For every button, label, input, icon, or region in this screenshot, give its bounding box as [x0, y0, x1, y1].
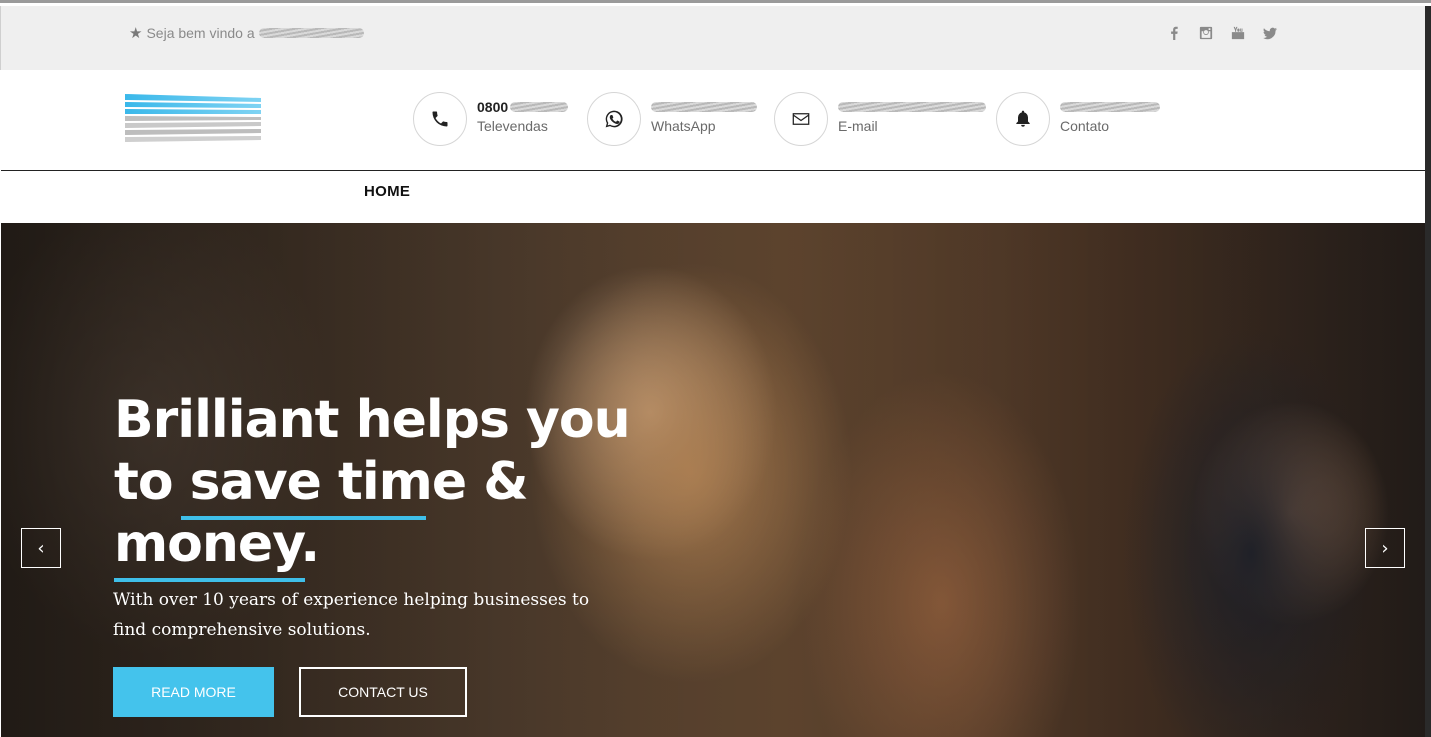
hero-slider: Brilliant helps you to save time & money…: [1, 223, 1425, 737]
bell-icon: [996, 92, 1050, 146]
contact-whatsapp[interactable]: WhatsApp: [587, 92, 759, 146]
social-links: [1167, 25, 1277, 41]
chevron-right-icon[interactable]: ›: [1365, 528, 1405, 568]
nav-item-home[interactable]: HOME: [364, 183, 410, 200]
contact-email[interactable]: E-mail: [774, 92, 988, 146]
envelope-icon: [774, 92, 828, 146]
phone-icon: [413, 92, 467, 146]
televendas-number: 0800: [477, 99, 509, 115]
instagram-icon[interactable]: [1199, 25, 1213, 41]
welcome-message: ★ Seja bem vindo a: [129, 24, 364, 42]
hero-title: Brilliant helps you to save time & money…: [114, 389, 634, 575]
title-underline-accent: [114, 578, 305, 582]
email-label: E-mail: [838, 118, 878, 134]
contact-us-button[interactable]: CONTACT US: [299, 667, 467, 717]
youtube-icon[interactable]: [1231, 25, 1245, 41]
site-header: 0800 Televendas WhatsApp E-mail Contato: [1, 70, 1425, 171]
read-more-button[interactable]: READ MORE: [113, 667, 274, 717]
title-underline-accent: [181, 516, 426, 520]
main-nav: HOME: [1, 171, 1425, 223]
site-logo[interactable]: [125, 92, 262, 146]
welcome-text: Seja bem vindo a: [146, 25, 255, 41]
contato-label: Contato: [1060, 118, 1110, 134]
contact-televendas[interactable]: 0800 Televendas: [413, 92, 569, 146]
star-icon: ★: [129, 25, 143, 42]
browser-frame: ★ Seja bem vindo a 0800 Televendas Whats…: [0, 0, 1431, 737]
hero-title-line2: to save time &: [114, 452, 529, 512]
scrollbar[interactable]: [1425, 6, 1431, 737]
contact-contato[interactable]: Contato: [996, 92, 1162, 146]
whatsapp-label: WhatsApp: [651, 118, 716, 134]
top-bar: ★ Seja bem vindo a: [0, 6, 1425, 70]
redacted-site-name: [258, 28, 364, 38]
chevron-left-icon[interactable]: ‹: [21, 528, 61, 568]
twitter-icon[interactable]: [1263, 25, 1277, 41]
facebook-icon[interactable]: [1167, 25, 1181, 41]
hero-title-line1: Brilliant helps you: [114, 390, 631, 450]
whatsapp-icon: [587, 92, 641, 146]
hero-title-line3: money.: [114, 514, 320, 574]
televendas-label: Televendas: [477, 118, 548, 134]
hero-subtitle: With over 10 years of experience helping…: [113, 590, 590, 640]
